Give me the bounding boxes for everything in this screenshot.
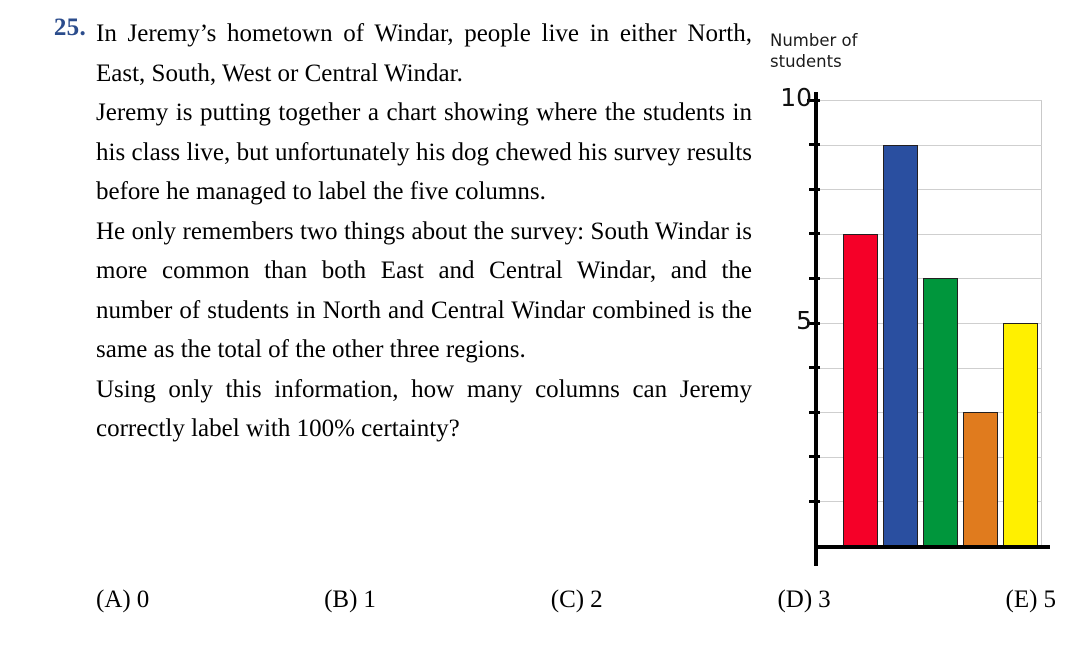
chart-bar (1003, 323, 1039, 546)
answer-choice-a-value: 0 (136, 586, 150, 613)
chart-plot-area (818, 100, 1042, 546)
chart-bar (963, 412, 999, 546)
chart-bar (842, 233, 878, 546)
answer-choice-list: (A) 0 (B) 1 (C) 2 (D) 3 (E) 5 (96, 586, 1056, 614)
chart-y-tick-minor (809, 187, 820, 191)
chart-gridline (818, 144, 1042, 146)
answer-choice-d-value: 3 (818, 586, 831, 613)
chart-y-tick-minor (809, 410, 820, 414)
chart-y-tick-minor (809, 366, 820, 370)
question-block: 25. In Jeremy’s hometown of Windar, peop… (0, 0, 1080, 653)
chart-gridline (818, 189, 1042, 191)
question-stem: In Jeremy’s hometown of Windar, people l… (96, 14, 752, 449)
question-paragraph-3: He only remembers two things about the s… (96, 217, 752, 364)
chart-y-axis (814, 92, 818, 566)
question-paragraph-4: Using only this information, how many co… (96, 375, 752, 443)
answer-choice-e[interactable]: (E) 5 (1006, 586, 1056, 614)
bar-chart: Number of students 5 10 (762, 18, 1080, 578)
answer-choice-d[interactable]: (D) 3 (777, 586, 830, 614)
chart-y-tick-label: 5 (796, 306, 812, 335)
chart-y-tick-minor (809, 276, 820, 280)
answer-choice-a[interactable]: (A) 0 (96, 586, 149, 614)
chart-y-tick-minor (809, 455, 820, 459)
chart-y-tick-minor (809, 143, 820, 147)
answer-choice-e-tag: (E) (1005, 586, 1038, 613)
answer-choice-a-tag: (A) (96, 586, 131, 613)
chart-bar (882, 144, 918, 546)
answer-choice-c[interactable]: (C) 2 (551, 586, 603, 614)
chart-y-tick-minor (809, 232, 820, 236)
question-paragraph-2: Jeremy is putting together a chart showi… (96, 99, 752, 205)
chart-y-tick-label: 10 (780, 83, 812, 112)
answer-choice-c-value: 2 (590, 586, 603, 613)
answer-choice-b[interactable]: (B) 1 (324, 586, 376, 614)
question-number: 25. (53, 14, 86, 41)
chart-gridline (818, 100, 1042, 101)
answer-choice-b-value: 1 (363, 586, 376, 613)
chart-bar (922, 278, 958, 546)
answer-choice-b-tag: (B) (324, 586, 358, 613)
answer-choice-c-tag: (C) (550, 586, 585, 613)
question-paragraph-1: In Jeremy’s hometown of Windar, people l… (96, 20, 752, 87)
chart-x-axis (814, 545, 1050, 549)
answer-choice-e-value: 5 (1043, 586, 1056, 613)
answer-choice-d-tag: (D) (777, 586, 813, 613)
chart-y-tick-minor (809, 499, 820, 503)
chart-axis-title: Number of students (770, 31, 858, 71)
